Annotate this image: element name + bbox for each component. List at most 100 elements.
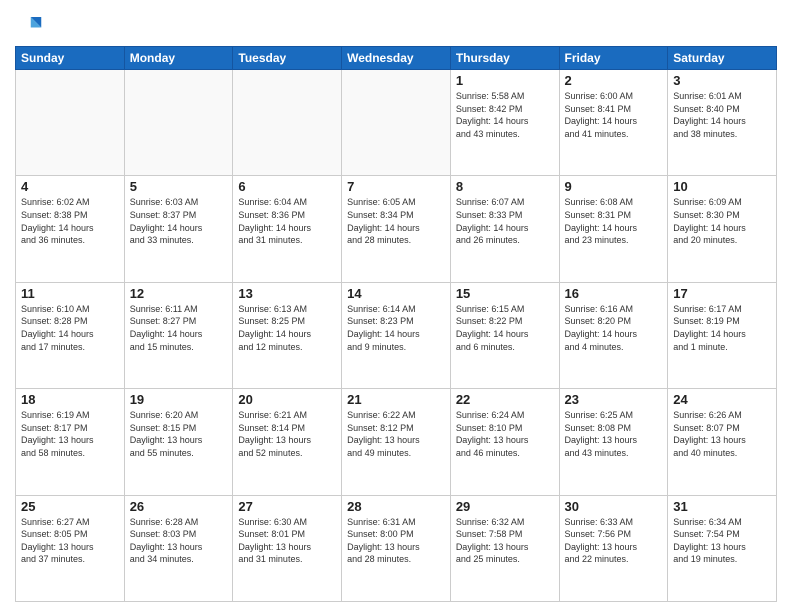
calendar-header-row: SundayMondayTuesdayWednesdayThursdayFrid… — [16, 47, 777, 70]
cell-info: Sunrise: 6:15 AM Sunset: 8:22 PM Dayligh… — [456, 303, 554, 353]
cell-info: Sunrise: 6:14 AM Sunset: 8:23 PM Dayligh… — [347, 303, 445, 353]
logo — [15, 10, 47, 38]
cell-day-number: 31 — [673, 499, 771, 514]
cell-info: Sunrise: 6:28 AM Sunset: 8:03 PM Dayligh… — [130, 516, 228, 566]
cell-day-number: 5 — [130, 179, 228, 194]
calendar-cell: 16Sunrise: 6:16 AM Sunset: 8:20 PM Dayli… — [559, 282, 668, 388]
cell-day-number: 1 — [456, 73, 554, 88]
cell-day-number: 6 — [238, 179, 336, 194]
cell-info: Sunrise: 6:13 AM Sunset: 8:25 PM Dayligh… — [238, 303, 336, 353]
calendar-cell: 26 Sunrise: 6:28 AM Sunset: 8:03 PM Dayli… — [124, 495, 233, 601]
cell-info: Sunrise: 6:01 AM Sunset: 8:40 PM Dayligh… — [673, 90, 771, 140]
calendar-header-saturday: Saturday — [668, 47, 777, 70]
cell-day-number: 17 — [673, 286, 771, 301]
calendar-cell: 10 Sunrise: 6:09 AM Sunset: 8:30 PM Dayli… — [668, 176, 777, 282]
cell-info: Sunrise: 6:34 AM Sunset: 7:54 PM Dayligh… — [673, 516, 771, 566]
cell-info: Sunrise: 6:30 AM Sunset: 8:01 PM Dayligh… — [238, 516, 336, 566]
calendar-cell: 1Sunrise: 5:58 AM Sunset: 8:42 PM Daylig… — [450, 70, 559, 176]
cell-day-number: 12 — [130, 286, 228, 301]
cell-day-number: 8 — [456, 179, 554, 194]
calendar-cell: 13 Sunrise: 6:13 AM Sunset: 8:25 PM Dayli… — [233, 282, 342, 388]
calendar-week-2: 4 Sunrise: 6:02 AM Sunset: 8:38 PM Daylig… — [16, 176, 777, 282]
calendar-header-monday: Monday — [124, 47, 233, 70]
cell-info: Sunrise: 6:26 AM Sunset: 8:07 PM Dayligh… — [673, 409, 771, 459]
cell-info: Sunrise: 6:21 AM Sunset: 8:14 PM Dayligh… — [238, 409, 336, 459]
calendar-header-friday: Friday — [559, 47, 668, 70]
cell-day-number: 7 — [347, 179, 445, 194]
calendar-cell: 19 Sunrise: 6:20 AM Sunset: 8:15 PM Dayli… — [124, 389, 233, 495]
cell-info: Sunrise: 6:22 AM Sunset: 8:12 PM Dayligh… — [347, 409, 445, 459]
cell-info: Sunrise: 6:10 AM Sunset: 8:28 PM Dayligh… — [21, 303, 119, 353]
calendar-header-tuesday: Tuesday — [233, 47, 342, 70]
cell-day-number: 4 — [21, 179, 119, 194]
cell-day-number: 22 — [456, 392, 554, 407]
cell-info: Sunrise: 6:03 AM Sunset: 8:37 PM Dayligh… — [130, 196, 228, 246]
calendar-cell: 6 Sunrise: 6:04 AM Sunset: 8:36 PM Daylig… — [233, 176, 342, 282]
cell-info: Sunrise: 6:20 AM Sunset: 8:15 PM Dayligh… — [130, 409, 228, 459]
cell-day-number: 21 — [347, 392, 445, 407]
calendar-week-1: 1Sunrise: 5:58 AM Sunset: 8:42 PM Daylig… — [16, 70, 777, 176]
cell-info: Sunrise: 6:09 AM Sunset: 8:30 PM Dayligh… — [673, 196, 771, 246]
logo-icon — [15, 10, 43, 38]
calendar-cell: 24 Sunrise: 6:26 AM Sunset: 8:07 PM Dayli… — [668, 389, 777, 495]
calendar-cell: 29Sunrise: 6:32 AM Sunset: 7:58 PM Dayli… — [450, 495, 559, 601]
cell-day-number: 27 — [238, 499, 336, 514]
calendar-cell: 22Sunrise: 6:24 AM Sunset: 8:10 PM Dayli… — [450, 389, 559, 495]
cell-info: Sunrise: 6:32 AM Sunset: 7:58 PM Dayligh… — [456, 516, 554, 566]
cell-info: Sunrise: 6:08 AM Sunset: 8:31 PM Dayligh… — [565, 196, 663, 246]
cell-info: Sunrise: 6:11 AM Sunset: 8:27 PM Dayligh… — [130, 303, 228, 353]
calendar-week-3: 11 Sunrise: 6:10 AM Sunset: 8:28 PM Dayli… — [16, 282, 777, 388]
cell-day-number: 13 — [238, 286, 336, 301]
calendar-cell: 14 Sunrise: 6:14 AM Sunset: 8:23 PM Dayli… — [342, 282, 451, 388]
calendar-header-sunday: Sunday — [16, 47, 125, 70]
calendar-cell: 27 Sunrise: 6:30 AM Sunset: 8:01 PM Dayli… — [233, 495, 342, 601]
calendar-week-4: 18 Sunrise: 6:19 AM Sunset: 8:17 PM Dayli… — [16, 389, 777, 495]
cell-info: Sunrise: 6:00 AM Sunset: 8:41 PM Dayligh… — [565, 90, 663, 140]
calendar-cell: 20 Sunrise: 6:21 AM Sunset: 8:14 PM Dayli… — [233, 389, 342, 495]
cell-info: Sunrise: 6:31 AM Sunset: 8:00 PM Dayligh… — [347, 516, 445, 566]
calendar-header-wednesday: Wednesday — [342, 47, 451, 70]
calendar-cell: 12 Sunrise: 6:11 AM Sunset: 8:27 PM Dayli… — [124, 282, 233, 388]
calendar-week-5: 25Sunrise: 6:27 AM Sunset: 8:05 PM Dayli… — [16, 495, 777, 601]
cell-info: Sunrise: 6:25 AM Sunset: 8:08 PM Dayligh… — [565, 409, 663, 459]
cell-info: Sunrise: 6:07 AM Sunset: 8:33 PM Dayligh… — [456, 196, 554, 246]
calendar-cell: 3 Sunrise: 6:01 AM Sunset: 8:40 PM Daylig… — [668, 70, 777, 176]
cell-info: Sunrise: 6:27 AM Sunset: 8:05 PM Dayligh… — [21, 516, 119, 566]
calendar-cell: 8 Sunrise: 6:07 AM Sunset: 8:33 PM Daylig… — [450, 176, 559, 282]
calendar-cell: 18 Sunrise: 6:19 AM Sunset: 8:17 PM Dayli… — [16, 389, 125, 495]
calendar-cell: 9Sunrise: 6:08 AM Sunset: 8:31 PM Daylig… — [559, 176, 668, 282]
cell-day-number: 20 — [238, 392, 336, 407]
cell-day-number: 15 — [456, 286, 554, 301]
calendar-cell: 2 Sunrise: 6:00 AM Sunset: 8:41 PM Daylig… — [559, 70, 668, 176]
cell-info: Sunrise: 6:05 AM Sunset: 8:34 PM Dayligh… — [347, 196, 445, 246]
cell-day-number: 3 — [673, 73, 771, 88]
calendar-cell: 7 Sunrise: 6:05 AM Sunset: 8:34 PM Daylig… — [342, 176, 451, 282]
cell-info: Sunrise: 6:02 AM Sunset: 8:38 PM Dayligh… — [21, 196, 119, 246]
calendar-cell: 28 Sunrise: 6:31 AM Sunset: 8:00 PM Dayli… — [342, 495, 451, 601]
cell-day-number: 18 — [21, 392, 119, 407]
calendar-cell: 23Sunrise: 6:25 AM Sunset: 8:08 PM Dayli… — [559, 389, 668, 495]
cell-day-number: 26 — [130, 499, 228, 514]
cell-day-number: 2 — [565, 73, 663, 88]
cell-day-number: 14 — [347, 286, 445, 301]
cell-day-number: 30 — [565, 499, 663, 514]
calendar-cell — [342, 70, 451, 176]
cell-info: Sunrise: 6:04 AM Sunset: 8:36 PM Dayligh… — [238, 196, 336, 246]
calendar-cell — [233, 70, 342, 176]
calendar-cell — [124, 70, 233, 176]
calendar-table: SundayMondayTuesdayWednesdayThursdayFrid… — [15, 46, 777, 602]
calendar-cell: 17Sunrise: 6:17 AM Sunset: 8:19 PM Dayli… — [668, 282, 777, 388]
cell-day-number: 24 — [673, 392, 771, 407]
page: SundayMondayTuesdayWednesdayThursdayFrid… — [0, 0, 792, 612]
cell-info: Sunrise: 6:33 AM Sunset: 7:56 PM Dayligh… — [565, 516, 663, 566]
cell-day-number: 16 — [565, 286, 663, 301]
cell-day-number: 10 — [673, 179, 771, 194]
cell-day-number: 28 — [347, 499, 445, 514]
cell-day-number: 11 — [21, 286, 119, 301]
calendar-cell: 11 Sunrise: 6:10 AM Sunset: 8:28 PM Dayli… — [16, 282, 125, 388]
calendar-cell: 25Sunrise: 6:27 AM Sunset: 8:05 PM Dayli… — [16, 495, 125, 601]
calendar-cell: 5 Sunrise: 6:03 AM Sunset: 8:37 PM Daylig… — [124, 176, 233, 282]
calendar-cell: 31 Sunrise: 6:34 AM Sunset: 7:54 PM Dayli… — [668, 495, 777, 601]
cell-day-number: 19 — [130, 392, 228, 407]
cell-info: Sunrise: 6:19 AM Sunset: 8:17 PM Dayligh… — [21, 409, 119, 459]
